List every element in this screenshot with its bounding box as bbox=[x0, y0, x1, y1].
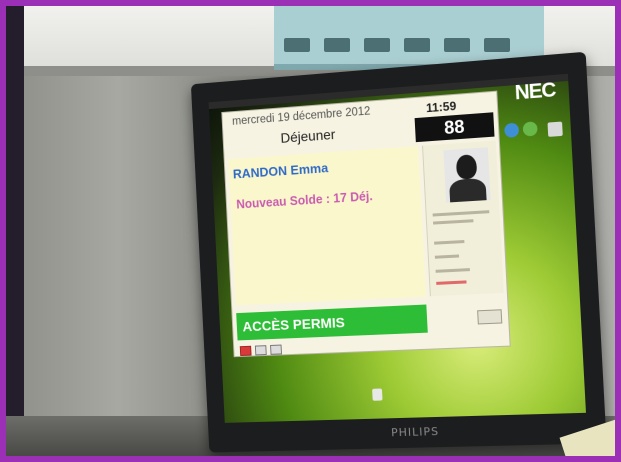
toolbar-icon[interactable] bbox=[270, 344, 282, 355]
photo-scene: NEC mercredi 19 décembre 2012 11:59 Déje… bbox=[0, 0, 621, 462]
access-status-bar: ACCÈS PERMIS bbox=[236, 304, 428, 341]
detail-line bbox=[435, 268, 470, 273]
ok-button[interactable] bbox=[477, 309, 503, 325]
canteen-access-window: mercredi 19 décembre 2012 11:59 Déjeuner… bbox=[222, 91, 510, 357]
silhouette-shoulders bbox=[448, 177, 487, 203]
crate-slot bbox=[324, 38, 350, 52]
desktop-icon[interactable] bbox=[522, 121, 538, 137]
dark-edge bbox=[6, 6, 24, 456]
balance-text: Nouveau Solde : 17 Déj. bbox=[236, 189, 374, 212]
student-detail-pane bbox=[422, 140, 504, 297]
student-name: RANDON Emma bbox=[232, 160, 329, 182]
meal-counter: 88 bbox=[414, 112, 495, 143]
crate-slot bbox=[364, 38, 390, 52]
time-label: 11:59 bbox=[425, 98, 457, 116]
detail-line bbox=[434, 254, 460, 259]
desktop-icon[interactable] bbox=[504, 122, 520, 138]
desktop-icon[interactable] bbox=[547, 121, 563, 137]
detail-line-alert bbox=[436, 280, 467, 285]
photo-icon bbox=[443, 147, 491, 203]
student-info-pane: RANDON Emma Nouveau Solde : 17 Déj. bbox=[228, 146, 426, 306]
crate-slot bbox=[404, 38, 430, 52]
detail-line bbox=[432, 210, 490, 217]
desktop-icon[interactable] bbox=[372, 388, 383, 401]
date-label: mercredi 19 décembre 2012 bbox=[231, 105, 371, 128]
crate-slot bbox=[484, 38, 510, 52]
monitor-screen: NEC mercredi 19 décembre 2012 11:59 Déje… bbox=[208, 73, 586, 423]
monitor: NEC mercredi 19 décembre 2012 11:59 Déje… bbox=[190, 51, 607, 453]
toolbar-icon[interactable] bbox=[254, 345, 267, 356]
silhouette-head bbox=[455, 154, 478, 180]
meal-title: Déjeuner bbox=[280, 126, 336, 146]
crate-slot bbox=[284, 38, 310, 52]
detail-line bbox=[434, 239, 465, 245]
toolbar-icon[interactable] bbox=[239, 345, 252, 356]
crate-slot bbox=[444, 38, 470, 52]
detail-line bbox=[433, 219, 474, 225]
nec-logo: NEC bbox=[514, 78, 556, 105]
monitor-brand: PHILIPS bbox=[390, 424, 440, 440]
